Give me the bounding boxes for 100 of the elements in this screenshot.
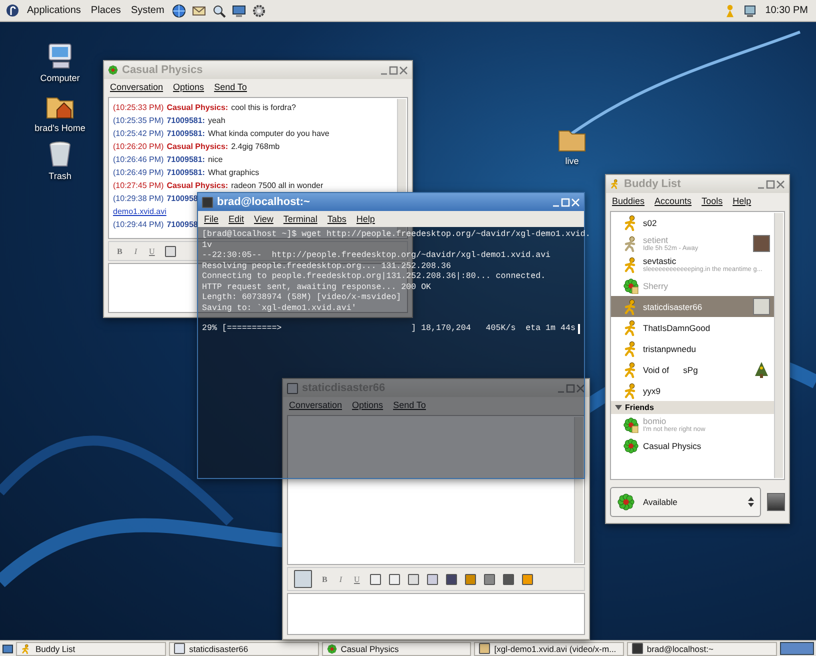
message-text: What graphics — [208, 168, 260, 177]
buddy-name: yyx9 — [643, 386, 662, 396]
gear-icon[interactable] — [252, 4, 266, 18]
buddy-name: ThatIsDamnGood — [643, 322, 712, 332]
desktop-icon-label[interactable]: brad's Home — [34, 123, 86, 133]
message-time: (10:29:44 PM) — [113, 220, 164, 229]
menu-item[interactable]: Help — [356, 214, 375, 224]
message-text: yeah — [208, 116, 226, 125]
menu-item[interactable]: Send To — [393, 400, 426, 410]
toolbar-icon[interactable] — [388, 574, 400, 584]
message-sender: 71009581: — [166, 116, 205, 125]
flower-icon — [623, 416, 639, 432]
format-button[interactable]: U — [352, 574, 362, 584]
menu-item[interactable]: Help — [732, 196, 752, 206]
toolbar-icon[interactable] — [522, 574, 533, 584]
format-button[interactable]: B — [320, 574, 330, 584]
buddy-name: s02 — [643, 218, 658, 228]
menu-item[interactable]: Send To — [214, 82, 247, 92]
toolbar-icon[interactable] — [426, 574, 438, 584]
menu-item[interactable]: Conversation — [110, 82, 164, 92]
envelope-icon[interactable] — [192, 4, 206, 18]
buddy-name: Casual Physics — [643, 440, 702, 450]
fedora-logo-icon — [6, 4, 19, 17]
window-buttons-icon[interactable] — [757, 180, 785, 188]
message-input[interactable] — [287, 593, 585, 635]
message-text: radeon 7500 all in wonder — [231, 181, 324, 190]
toolbar-icon[interactable] — [464, 574, 476, 584]
message-time: (10:25:33 PM) — [113, 103, 164, 112]
buddy-row[interactable]: Casual Physics — [611, 435, 774, 456]
panel-menu[interactable]: System — [128, 5, 166, 16]
menu-item[interactable]: File — [204, 214, 219, 224]
workspace-switcher[interactable] — [780, 642, 814, 655]
menu-item[interactable]: Terminal — [283, 214, 318, 224]
panel-menu[interactable]: Applications — [25, 5, 83, 16]
message-sender: 7100958 — [166, 194, 198, 203]
buddy-row[interactable]: staticdisaster66 — [611, 296, 774, 317]
status-selector[interactable]: Available — [610, 487, 761, 517]
terminal-icon — [632, 643, 643, 654]
toolbar-icon[interactable] — [370, 574, 381, 584]
taskbar-button[interactable]: Buddy List — [16, 642, 166, 656]
terminal-icon — [202, 196, 213, 208]
window-title: Casual Physics — [122, 64, 203, 76]
font-icon[interactable] — [164, 246, 176, 256]
window-buttons-icon[interactable] — [552, 198, 580, 206]
chat-window-icon — [287, 382, 298, 394]
buddy-name: bomio — [643, 416, 668, 426]
running-person-icon — [21, 644, 32, 654]
taskbar-button[interactable]: [xgl-demo1.xvid.avi (video/x-m... — [474, 642, 624, 656]
taskbar-button[interactable]: Casual Physics — [322, 642, 472, 656]
menu-item[interactable]: Conversation — [289, 400, 342, 410]
message-time: (10:25:42 PM) — [113, 129, 164, 138]
window-buttons-icon[interactable] — [380, 66, 408, 74]
window-title: brad@localhost:~ — [217, 196, 310, 208]
buddy-name: sevtastic — [643, 256, 678, 266]
toolbar-icon[interactable] — [408, 574, 419, 584]
buddy-row[interactable]: Void of sPg — [611, 359, 774, 380]
flower-icon — [108, 65, 118, 75]
toolbar-icon[interactable] — [484, 574, 495, 584]
clock[interactable]: 10:30 PM — [763, 5, 810, 16]
format-button[interactable]: U — [147, 246, 157, 256]
menu-item[interactable]: Accounts — [654, 196, 692, 206]
format-button[interactable]: I — [337, 574, 344, 584]
file-link[interactable]: demo1.xvid.avi — [113, 207, 166, 216]
message-time: (10:26:49 PM) — [113, 168, 164, 177]
menu-item[interactable]: Edit — [228, 214, 244, 224]
taskbar-button[interactable]: staticdisaster66 — [169, 642, 319, 656]
search-icon[interactable] — [212, 4, 226, 18]
buddy-row[interactable]: tristanpwnedu — [611, 338, 774, 359]
monitor-icon[interactable] — [232, 4, 246, 18]
toolbar-icon[interactable] — [502, 574, 514, 584]
message-text: What kinda computer do you have — [208, 129, 330, 138]
flower-icon — [623, 438, 639, 454]
message-sender: Casual Physics: — [166, 181, 228, 190]
buddy-row[interactable]: yyx9 — [611, 380, 774, 401]
menu-item[interactable]: Tabs — [327, 214, 346, 224]
panel-menu[interactable]: Places — [88, 5, 123, 16]
menu-item[interactable]: Options — [173, 82, 204, 92]
desktop-icon-label[interactable]: Trash — [48, 171, 72, 181]
format-button[interactable]: I — [132, 246, 140, 256]
menu-item[interactable]: View — [254, 214, 274, 224]
running-person-icon — [610, 179, 620, 189]
download-icon — [479, 643, 490, 654]
buddy-name: staticdisaster66 — [643, 302, 704, 312]
menu-item[interactable]: Options — [352, 400, 384, 410]
taskbar-button[interactable]: brad@localhost:~ — [626, 642, 777, 656]
desktop-icon-label[interactable]: live — [565, 156, 579, 166]
format-button[interactable]: B — [115, 246, 124, 256]
desktop-icon-label[interactable]: Computer — [40, 73, 80, 83]
group-header[interactable]: Friends — [611, 401, 774, 414]
show-desktop-icon[interactable] — [2, 642, 14, 654]
globe-icon[interactable] — [172, 4, 186, 18]
toolbar-icon[interactable] — [446, 574, 457, 584]
menu-item[interactable]: Buddies — [612, 196, 645, 206]
buddy-row[interactable]: s02 — [611, 212, 774, 233]
buddy-name: Void of sPg — [643, 364, 699, 374]
buddy-row[interactable]: ThatIsDamnGood — [611, 317, 774, 338]
flower-icon — [623, 278, 639, 294]
terminal-line: [brad@localhost ~]$ wget http://people.freedesktop.org/~davidr/xgl-demo1.xvid. — [202, 230, 590, 240]
message-sender: Casual Physics: — [166, 103, 228, 112]
menu-item[interactable]: Tools — [702, 196, 723, 206]
